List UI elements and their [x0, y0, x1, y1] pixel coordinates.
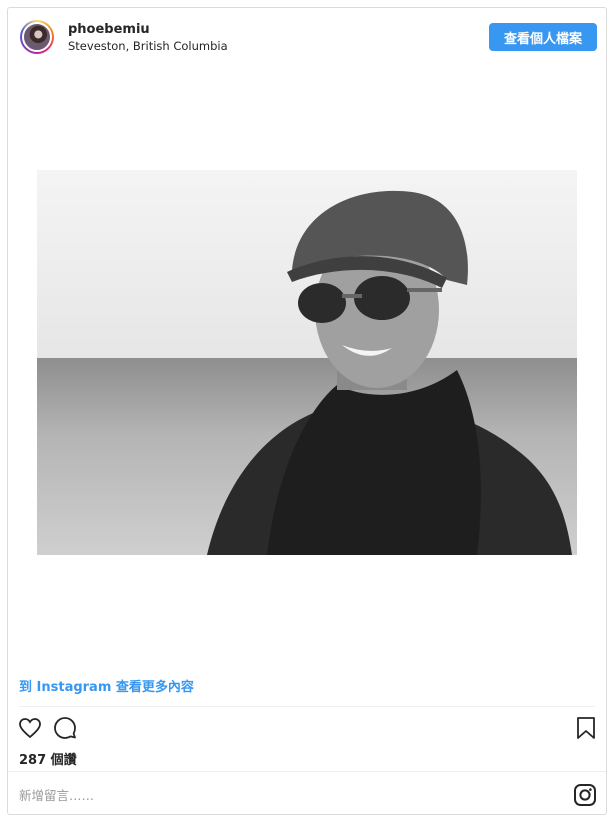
location[interactable]: Steveston, British Columbia	[68, 39, 228, 53]
heart-icon[interactable]	[18, 716, 42, 744]
like-count[interactable]: 287 個讚	[19, 749, 77, 768]
instagram-icon[interactable]	[573, 783, 597, 811]
view-more-on-instagram-link[interactable]: 到 Instagram 查看更多內容	[19, 676, 194, 695]
avatar[interactable]	[20, 20, 54, 54]
username[interactable]: phoebemiu	[68, 22, 150, 37]
photo-illustration	[37, 170, 577, 555]
divider	[19, 706, 595, 707]
comment-icon[interactable]	[53, 716, 77, 744]
bookmark-icon[interactable]	[575, 716, 597, 744]
instagram-embed-card: phoebemiu Steveston, British Columbia 查看…	[7, 7, 607, 815]
divider	[8, 771, 606, 772]
view-profile-button[interactable]: 查看個人檔案	[489, 23, 597, 51]
action-bar	[8, 708, 606, 748]
post-header: phoebemiu Steveston, British Columbia 查看…	[8, 8, 606, 66]
post-photo[interactable]	[37, 170, 577, 555]
comment-input[interactable]	[19, 784, 519, 806]
avatar-image	[22, 22, 52, 52]
